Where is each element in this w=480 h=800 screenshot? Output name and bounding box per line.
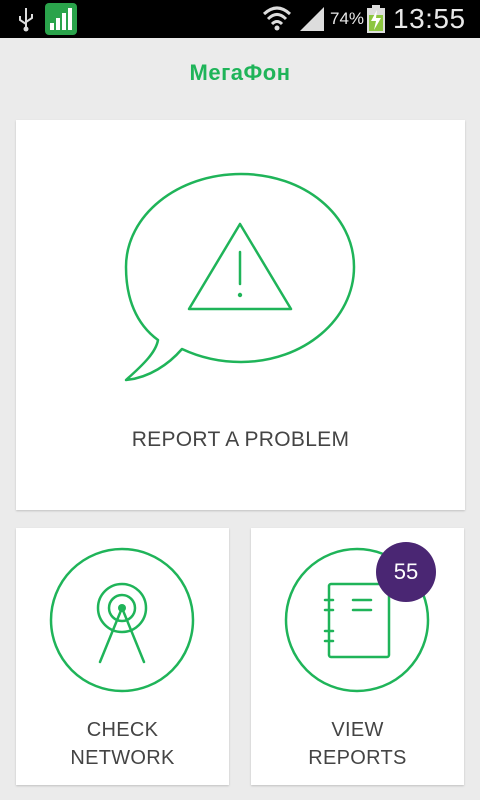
antenna-icon: [49, 547, 195, 693]
clock: 13:55: [393, 3, 466, 34]
view-reports-label-line2: REPORTS: [308, 747, 407, 769]
brand-logo: МегаФон: [189, 60, 291, 85]
battery-charging-icon: [366, 5, 386, 38]
speech-bubble-warning-icon: [124, 172, 356, 382]
signal-app-icon: [45, 3, 77, 35]
check-network-card[interactable]: CHECK NETWORK: [16, 528, 229, 785]
usb-icon: [14, 6, 38, 37]
battery-percent: 74%: [330, 9, 365, 28]
status-bar: 74% 13:55: [0, 0, 480, 38]
report-problem-label: REPORT A PROBLEM: [131, 428, 350, 451]
check-network-label: CHECK NETWORK: [16, 716, 229, 772]
cell-signal-icon: [298, 5, 326, 38]
view-reports-label-line1: VIEW: [331, 719, 384, 741]
check-network-label-line1: CHECK: [86, 719, 159, 741]
reports-count-badge: 55: [376, 542, 436, 602]
wifi-icon: [262, 4, 292, 37]
check-network-label-line2: NETWORK: [70, 747, 175, 769]
view-reports-label: VIEW REPORTS: [251, 716, 464, 772]
report-problem-card[interactable]: REPORT A PROBLEM: [16, 120, 465, 510]
